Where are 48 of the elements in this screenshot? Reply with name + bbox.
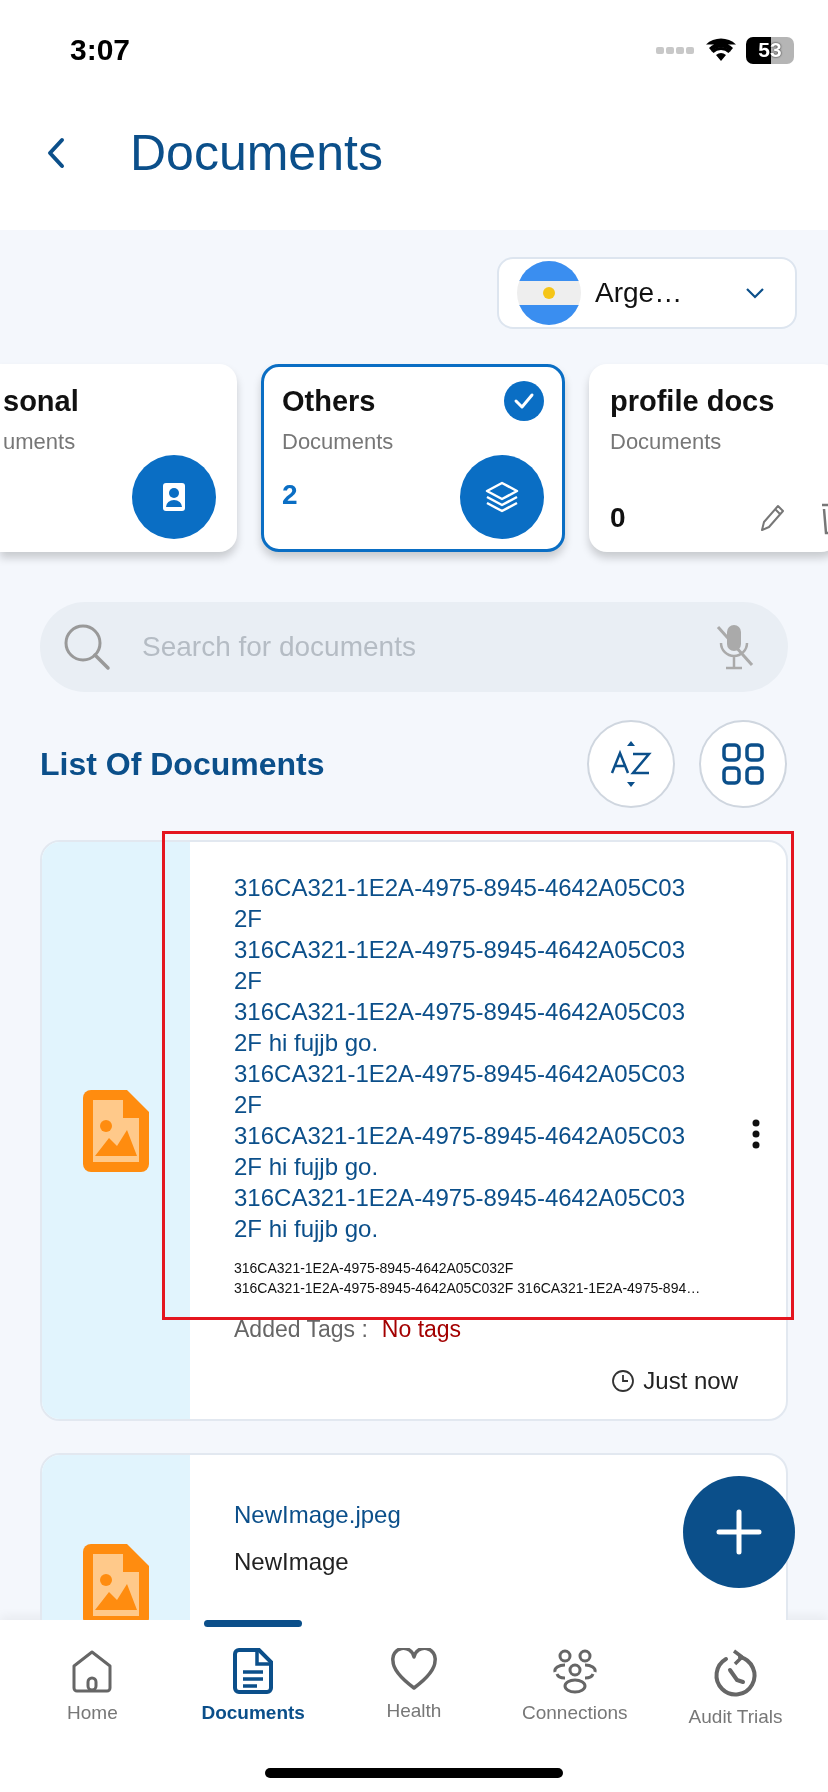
document-card[interactable]: NewImage.jpeg NewImage xyxy=(40,1453,788,1620)
grid-icon xyxy=(722,743,764,785)
check-icon xyxy=(504,381,544,421)
category-subtitle: uments xyxy=(3,429,77,455)
contact-card-icon[interactable] xyxy=(132,455,216,539)
image-file-icon xyxy=(81,1542,151,1620)
heart-icon xyxy=(390,1648,438,1692)
tags-value: No tags xyxy=(381,1316,462,1343)
document-title[interactable]: 316CA321-1E2A-4975-8945-4642A05C03 2F 316CA321-1E2A-4975-8945-4642A05C03 2F 316CA321-1E2A-4975-8945-4642A05C03 2F hi fujjb go. 316CA321-1E2A-4975-8945-4642A05C03 2F 316CA321-1E2A-4975-8945-4642A05C03 2F hi fujjb go. 316CA321-1E2A-4975-8945-4642A05C03 2F hi fujjb go. xyxy=(234,872,685,1244)
category-title: sonal xyxy=(3,384,79,418)
country-dropdown[interactable]: Arge… xyxy=(497,257,797,329)
people-icon xyxy=(550,1648,599,1694)
section-title: List Of Documents xyxy=(40,745,325,783)
nav-tab[interactable]: Audit Trials xyxy=(660,1620,811,1792)
tags-label: Added Tags : xyxy=(234,1316,368,1343)
nav-tab[interactable]: Home xyxy=(17,1620,168,1792)
search-icon xyxy=(62,622,112,672)
document-title[interactable]: NewImage.jpeg xyxy=(234,1499,401,1530)
category-card[interactable]: profile docs Documents 0 xyxy=(589,364,828,552)
category-card[interactable]: Others Documents 2 xyxy=(261,364,565,552)
document-description: NewImage xyxy=(234,1548,349,1576)
plus-icon xyxy=(715,1508,763,1556)
document-count: 2 xyxy=(282,479,298,511)
sort-az-icon xyxy=(609,739,653,789)
category-subtitle: Documents xyxy=(282,429,395,455)
page-title: Documents xyxy=(130,124,383,182)
layers-icon[interactable] xyxy=(460,455,544,539)
chevron-down-icon xyxy=(745,287,765,299)
document-count: 0 xyxy=(610,502,626,534)
status-time: 3:07 xyxy=(70,33,131,67)
category-subtitle: Documents xyxy=(610,429,723,455)
category-title: profile docs xyxy=(610,384,775,418)
back-icon[interactable] xyxy=(46,137,66,169)
wifi-icon xyxy=(706,38,736,62)
clock-icon xyxy=(611,1369,636,1393)
category-card[interactable]: sonal uments xyxy=(0,364,237,552)
category-title: Others xyxy=(282,384,376,418)
pencil-icon[interactable] xyxy=(758,502,786,534)
nav-tab[interactable]: Health xyxy=(339,1620,489,1792)
image-file-icon xyxy=(81,1087,151,1174)
nav-tab[interactable]: Documents xyxy=(178,1620,329,1792)
document-icon xyxy=(233,1648,274,1694)
signal-icon xyxy=(656,44,696,56)
document-description: 316CA321-1E2A-4975-8945-4642A05C032F 316CA321-1E2A-4975-8945-4642A05C032F 316CA321-1E2A-4975-894… xyxy=(234,1259,701,1298)
nav-tab[interactable]: Connections xyxy=(499,1620,650,1792)
more-icon[interactable] xyxy=(752,1118,760,1149)
document-time: Just now xyxy=(643,1367,738,1395)
document-card[interactable] xyxy=(40,840,788,1421)
